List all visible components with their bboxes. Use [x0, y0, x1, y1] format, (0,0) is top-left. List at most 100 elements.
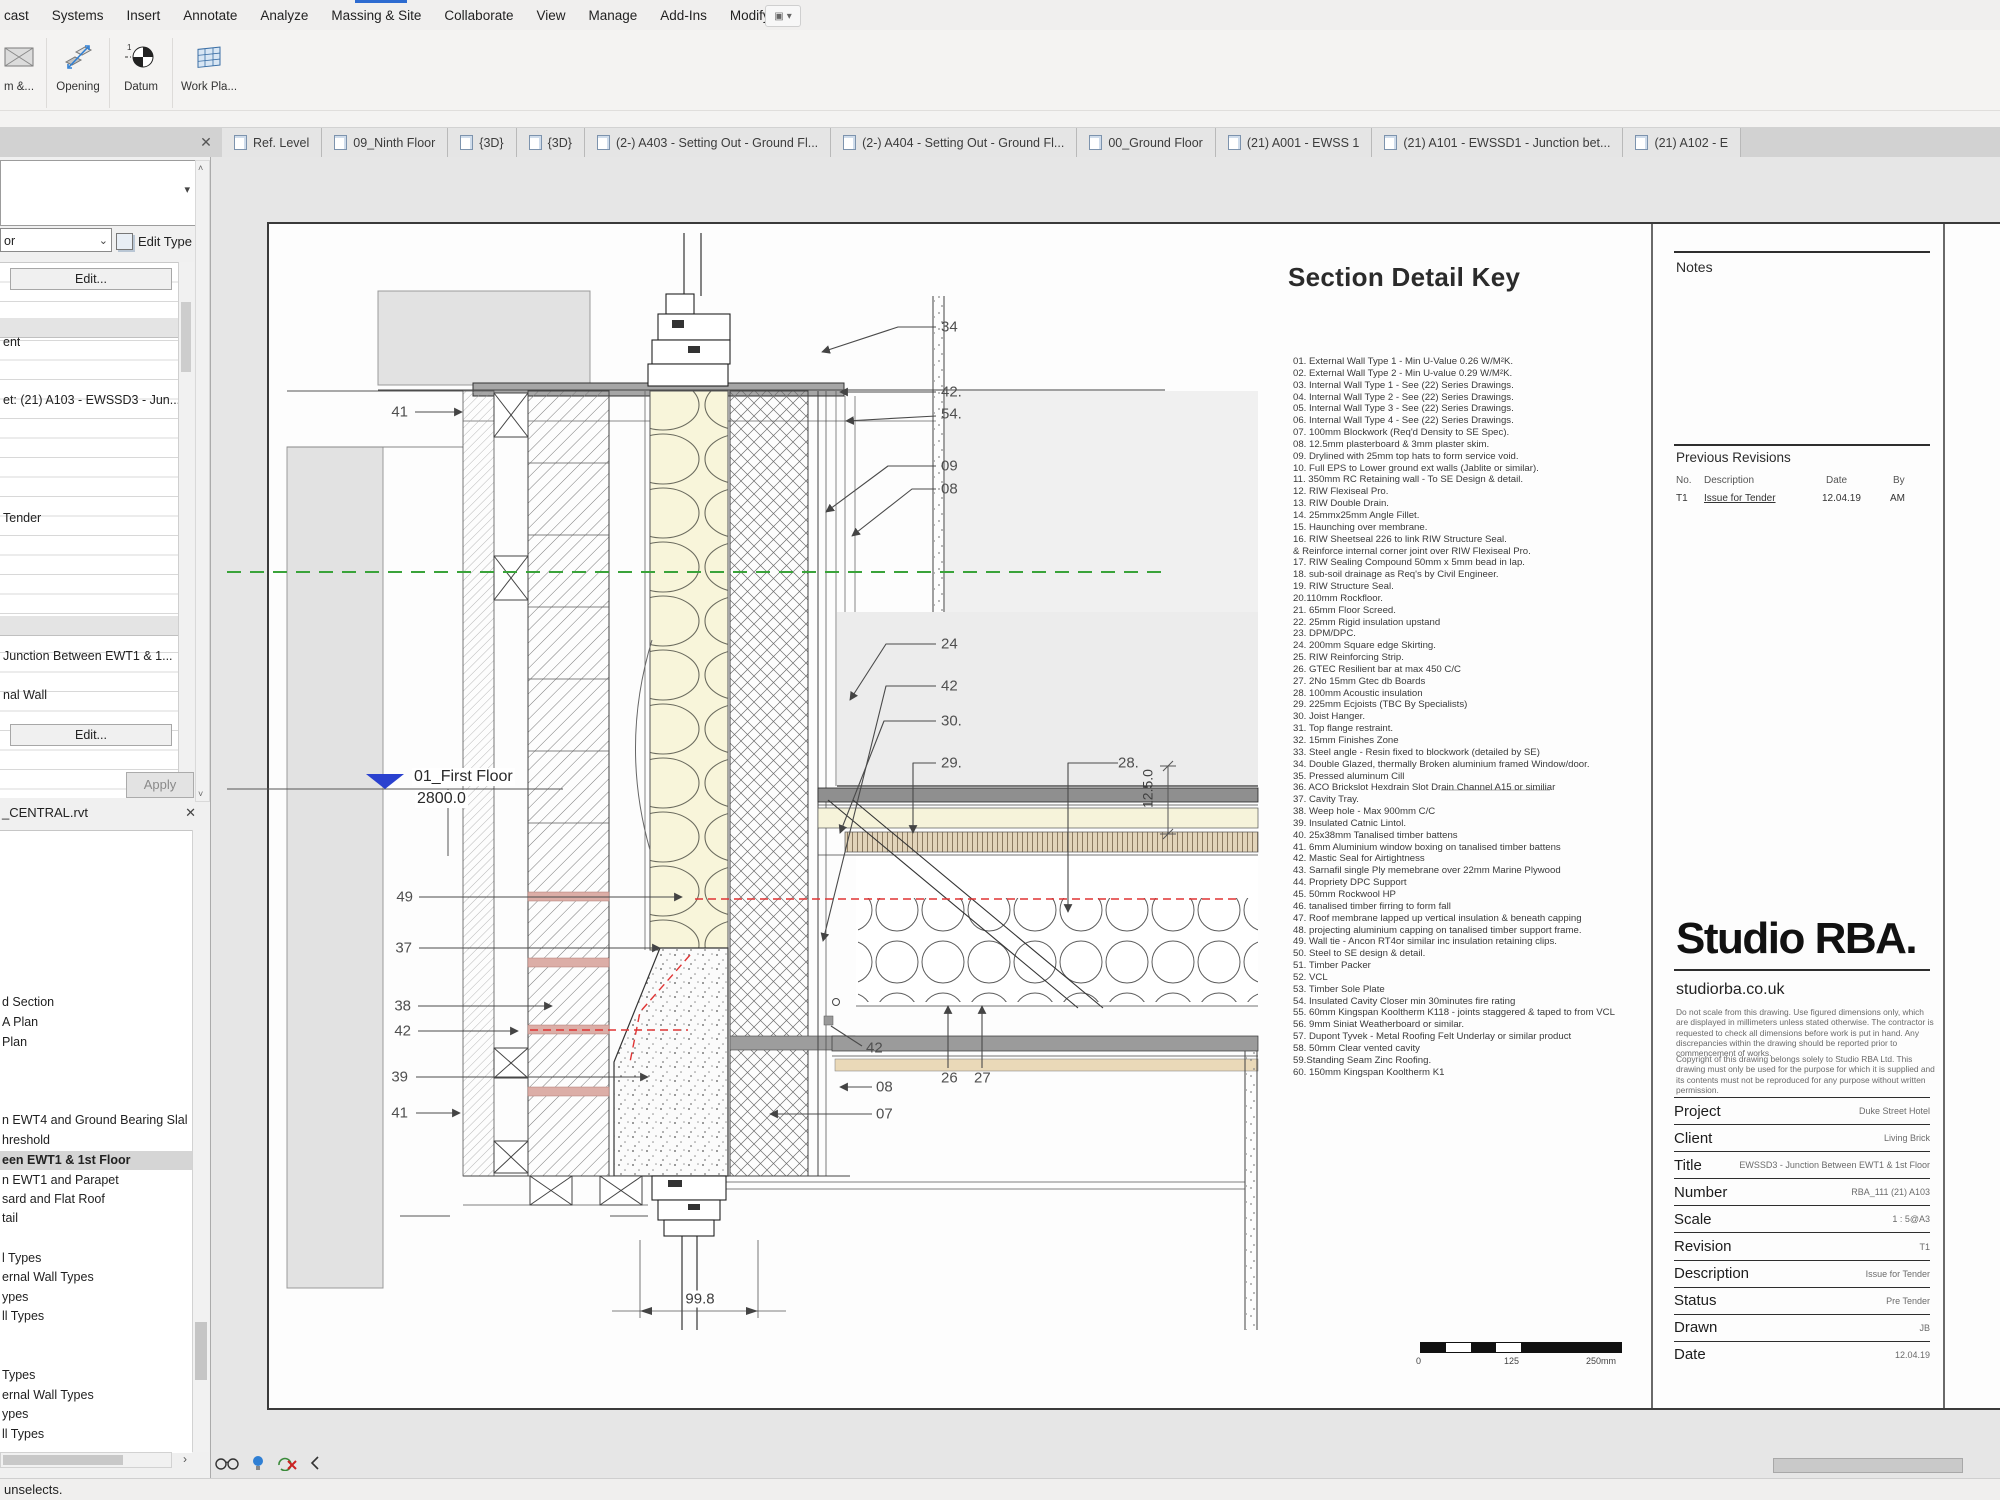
browser-item[interactable]: Plan: [2, 1033, 27, 1051]
title-block-value: Duke Street Hotel: [1859, 1106, 1930, 1116]
key-item: 20.110mm Rockfloor.: [1293, 593, 1673, 605]
property-value[interactable]: Junction Between EWT1 & 1...: [3, 648, 173, 665]
browser-item[interactable]: sard and Flat Roof: [2, 1190, 105, 1208]
menu-item[interactable]: Add-Ins: [660, 8, 707, 23]
property-value[interactable]: et: (21) A103 - EWSSD3 - Jun...: [3, 392, 180, 409]
view-tab[interactable]: (21) A001 - EWSS 1: [1216, 128, 1373, 157]
palette-scrollbar[interactable]: ˄ ˅: [195, 160, 210, 802]
browser-scrollbar[interactable]: [192, 830, 209, 1452]
menu-bar: cast Systems Insert Annotate Analyze Massing …: [0, 0, 2000, 31]
key-item: 07. 100mm Blockwork (Req'd Density to SE…: [1293, 427, 1673, 439]
browser-item[interactable]: A Plan: [2, 1013, 38, 1031]
collapse-icon[interactable]: [310, 1455, 320, 1471]
view-tab[interactable]: 09_Ninth Floor: [322, 128, 448, 157]
edit-button[interactable]: Edit...: [10, 268, 172, 290]
view-tab[interactable]: 00_Ground Floor: [1077, 128, 1216, 157]
canvas-hscrollbar[interactable]: [1773, 1458, 1963, 1473]
scrollbar-thumb[interactable]: [3, 1455, 123, 1465]
key-item: 57. Dupont Tyvek - Metal Roofing Felt Un…: [1293, 1031, 1673, 1043]
key-item: 30. Joist Hanger.: [1293, 711, 1673, 723]
browser-item-selected[interactable]: een EWT1 & 1st Floor: [0, 1151, 192, 1170]
property-value[interactable]: nal Wall: [3, 687, 47, 704]
scrollbar-thumb[interactable]: [195, 1322, 207, 1380]
close-icon[interactable]: ✕: [185, 805, 196, 821]
rule: [1674, 969, 1930, 971]
menu-item[interactable]: Modify: [730, 8, 770, 23]
key-item: & Reinforce internal corner joint over R…: [1293, 546, 1673, 558]
title-block-row: Description Issue for Tender: [1674, 1260, 1930, 1287]
view-tab[interactable]: (21) A101 - EWSSD1 - Junction bet...: [1372, 128, 1623, 157]
browser-item[interactable]: tail: [2, 1209, 18, 1227]
browser-item[interactable]: ypes: [2, 1405, 28, 1423]
temporary-hide-icon[interactable]: [252, 1455, 264, 1471]
copyright: Copyright of this drawing belongs solely…: [1676, 1054, 1936, 1095]
key-item: 27. 2No 15mm Gtec db Boards: [1293, 676, 1673, 688]
chevron-down-icon: ▾: [787, 11, 792, 22]
view-tab[interactable]: Ref. Level: [222, 128, 322, 157]
datum-button[interactable]: 1 Datum: [112, 36, 170, 110]
browser-item[interactable]: n EWT1 and Parapet: [2, 1171, 119, 1189]
scroll-right-icon[interactable]: ›: [176, 1452, 194, 1468]
view-tab[interactable]: (2-) A403 - Setting Out - Ground Fl...: [585, 128, 831, 157]
menu-item[interactable]: Collaborate: [444, 8, 513, 23]
sheet-icon: [1384, 135, 1397, 150]
browser-item[interactable]: d Section: [2, 993, 54, 1011]
beam-system-button[interactable]: m &...: [0, 36, 44, 110]
browser-item[interactable]: n EWT4 and Ground Bearing Slal: [2, 1111, 188, 1129]
type-preview[interactable]: ▾: [0, 160, 197, 226]
view-tab[interactable]: (2-) A404 - Setting Out - Ground Fl...: [831, 128, 1077, 157]
title-block: Project Duke Street Hotel Client Living …: [1674, 1097, 1930, 1368]
opening-icon: [59, 38, 97, 76]
browser-item[interactable]: ypes: [2, 1288, 28, 1306]
property-value[interactable]: ent: [3, 334, 20, 351]
menu-item[interactable]: Massing & Site: [331, 8, 421, 23]
title-block-value: EWSSD3 - Junction Between EWT1 & 1st Flo…: [1739, 1160, 1930, 1170]
menu-item[interactable]: Manage: [589, 8, 638, 23]
reveal-hidden-icon[interactable]: [214, 1455, 240, 1471]
title-block-label: Scale: [1674, 1211, 1712, 1228]
browser-hscrollbar[interactable]: [0, 1452, 172, 1468]
property-group-header[interactable]: [0, 616, 178, 636]
key-item: 28. 100mm Acoustic insulation: [1293, 688, 1673, 700]
view-tab-label: (21) A001 - EWSS 1: [1247, 136, 1360, 150]
scroll-up-icon[interactable]: ˄: [198, 163, 203, 173]
view-tab[interactable]: (21) A102 - E: [1623, 128, 1741, 157]
view-tab[interactable]: {3D}: [448, 128, 516, 157]
scroll-down-icon[interactable]: ˅: [198, 789, 203, 799]
project-browser-header: _CENTRAL.rvt ✕: [2, 805, 202, 825]
menu-items: cast Systems Insert Annotate Analyze Massing …: [4, 0, 770, 30]
edit-button[interactable]: Edit...: [10, 724, 172, 746]
opening-button[interactable]: Opening: [49, 36, 107, 110]
browser-item[interactable]: ll Types: [2, 1425, 44, 1443]
work-plane-button[interactable]: Work Pla...: [175, 36, 243, 110]
datum-icon: 1: [122, 38, 160, 76]
browser-item[interactable]: ernal Wall Types: [2, 1268, 94, 1286]
menu-item[interactable]: cast: [4, 8, 29, 23]
property-value[interactable]: Tender: [3, 510, 41, 527]
browser-item[interactable]: hreshold: [2, 1131, 50, 1149]
scrollbar-thumb[interactable]: [181, 302, 191, 372]
browser-item[interactable]: ernal Wall Types: [2, 1386, 94, 1404]
property-group-header[interactable]: [0, 318, 178, 338]
browser-item[interactable]: l Types: [2, 1249, 41, 1267]
close-icon[interactable]: ✕: [196, 132, 216, 152]
reveal-constraints-icon[interactable]: [276, 1455, 298, 1471]
key-item: 23. DPM/DPC.: [1293, 628, 1673, 640]
type-selector[interactable]: or ⌄: [0, 228, 112, 252]
ribbon-display-toggle[interactable]: ▣▾: [765, 5, 801, 27]
menu-item[interactable]: Insert: [127, 8, 161, 23]
title-block-row: Client Living Brick: [1674, 1124, 1930, 1151]
view-tab-label: 00_Ground Floor: [1108, 136, 1203, 150]
menu-item[interactable]: Annotate: [183, 8, 237, 23]
menu-item[interactable]: Systems: [52, 8, 104, 23]
menu-item[interactable]: Analyze: [260, 8, 308, 23]
grid-scrollbar[interactable]: [178, 262, 194, 797]
browser-item[interactable]: Types: [2, 1366, 35, 1384]
view-tab-label: Ref. Level: [253, 136, 309, 150]
rule: [1674, 251, 1930, 253]
apply-button[interactable]: Apply: [126, 772, 194, 798]
title-block-row: Revision T1: [1674, 1232, 1930, 1259]
view-tab[interactable]: {3D}: [517, 128, 585, 157]
browser-item[interactable]: ll Types: [2, 1307, 44, 1325]
menu-item[interactable]: View: [536, 8, 565, 23]
